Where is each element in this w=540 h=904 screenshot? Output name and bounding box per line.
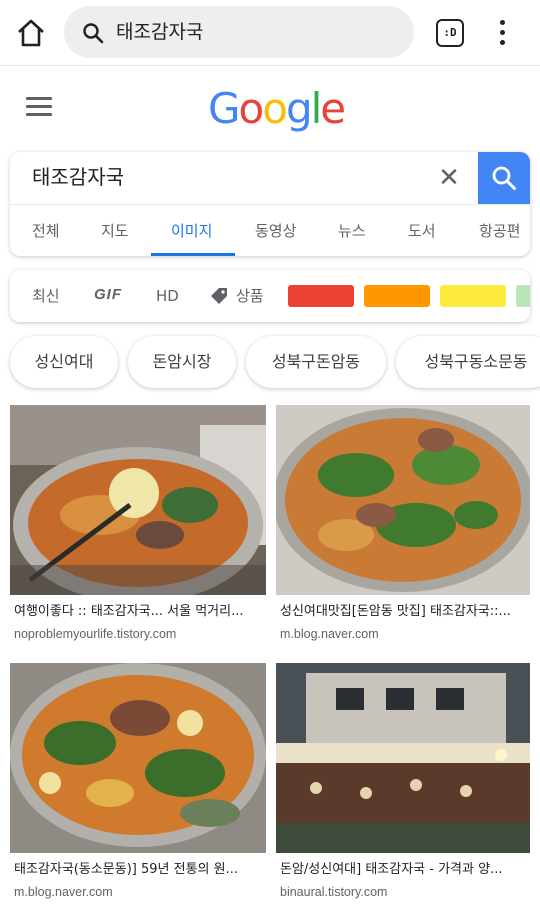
filter-gif[interactable]: GIF [94,286,122,303]
related-chip-sungshin[interactable]: 성신여대 [10,336,118,388]
result-thumbnail[interactable] [276,405,530,595]
logo-letter: g [285,84,313,133]
tab-videos[interactable]: 동영상 [255,221,296,241]
tab-books[interactable]: 도서 [408,221,436,241]
hamburger-menu-icon[interactable] [26,97,52,117]
result-title[interactable]: 태조감자국(동소문동)] 59년 전통의 원... [14,861,266,879]
logo-letter: e [320,84,346,133]
logo-letter: o [238,84,265,133]
tag-icon [210,287,228,305]
clear-icon[interactable]: ✕ [436,164,462,190]
active-tab-indicator [151,253,235,256]
related-chip-seongbuk-donam[interactable]: 성북구돈암동 [246,336,386,388]
google-logo[interactable]: Google [208,84,346,134]
search-input[interactable]: 태조감자국 [32,164,124,190]
tab-images[interactable]: 이미지 [171,221,212,241]
tab-maps[interactable]: 지도 [101,221,129,241]
logo-letter: G [208,84,241,133]
url-text: 태조감자국 [116,21,204,43]
related-chip-seongbuk-dongsomun[interactable]: 성북구동소문동 [396,336,540,388]
result-thumbnail[interactable] [10,405,266,595]
tabs-icon[interactable]: :D [436,19,464,47]
filter-product[interactable]: 상품 [236,286,264,306]
filter-bar: 최신 GIF HD 상품 [10,270,530,322]
related-chip-donam-market[interactable]: 돈암시장 [128,336,236,388]
result-thumbnail[interactable] [276,663,530,853]
color-swatch-green[interactable] [516,285,530,307]
search-card: 태조감자국 ✕ 전체 지도 이미지 동영상 뉴스 도서 항공편 [10,152,530,256]
result-source: m.blog.naver.com [280,627,379,641]
search-tabs: 전체 지도 이미지 동영상 뉴스 도서 항공편 [10,204,530,256]
search-button[interactable] [478,152,530,204]
result-title[interactable]: 돈암/성신여대] 태조감자국 - 가격과 양... [280,861,532,879]
color-swatch-yellow[interactable] [440,285,506,307]
result-thumbnail[interactable] [10,663,266,853]
tab-all[interactable]: 전체 [32,221,60,241]
image-result[interactable]: 성신여대맛집[돈암동 맛집] 태조감자국::... m.blog.naver.c… [276,405,530,645]
color-swatch-orange[interactable] [364,285,430,307]
home-icon[interactable] [14,16,48,50]
result-source: binaural.tistory.com [280,885,388,899]
search-icon [492,166,516,190]
result-source: m.blog.naver.com [14,885,113,899]
browser-toolbar: 태조감자국 :D [0,0,540,66]
image-result[interactable]: 태조감자국(동소문동)] 59년 전통의 원... m.blog.naver.c… [10,663,266,903]
result-source: noproblemyourlife.tistory.com [14,627,177,641]
result-title[interactable]: 여행이좋다 :: 태조감자국... 서울 먹거리... [14,603,266,621]
filter-hd[interactable]: HD [156,286,179,306]
tab-flights[interactable]: 항공편 [479,221,520,241]
url-bar[interactable]: 태조감자국 [64,6,414,58]
result-title[interactable]: 성신여대맛집[돈암동 맛집] 태조감자국::... [280,603,532,621]
tab-news[interactable]: 뉴스 [338,221,366,241]
color-swatch-red[interactable] [288,285,354,307]
filter-recent[interactable]: 최신 [32,286,60,306]
more-vert-icon[interactable] [492,18,512,48]
logo-letter: l [310,84,323,133]
search-icon [82,22,104,44]
image-result[interactable]: 여행이좋다 :: 태조감자국... 서울 먹거리... noproblemyou… [10,405,266,645]
image-result[interactable]: 돈암/성신여대] 태조감자국 - 가격과 양... binaural.tisto… [276,663,530,903]
logo-letter: o [262,84,288,133]
